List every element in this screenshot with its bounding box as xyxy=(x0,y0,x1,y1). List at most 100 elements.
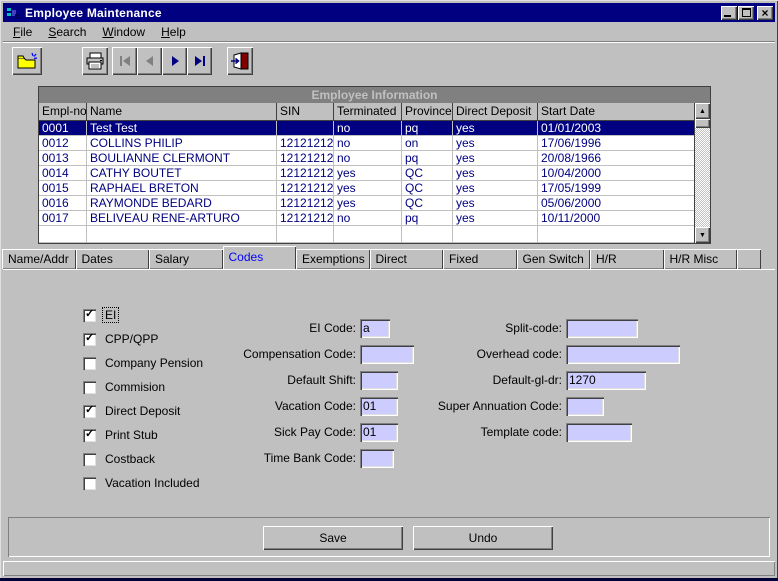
table-cell: BELIVEAU RENE-ARTURO xyxy=(87,211,277,226)
tab-fixed[interactable]: Fixed xyxy=(443,249,517,269)
table-cell: CATHY BOUTET xyxy=(87,166,277,181)
table-cell: 20/08/1966 xyxy=(538,151,694,166)
close-button[interactable]: × xyxy=(757,6,773,20)
field-label: Sick Pay Code: xyxy=(150,425,360,439)
save-button[interactable]: Save xyxy=(263,526,403,550)
scroll-up-button[interactable]: ▲ xyxy=(695,103,710,119)
checkbox-print-stub[interactable]: ✓ xyxy=(83,429,96,442)
table-cell-empty xyxy=(538,226,694,243)
table-row[interactable]: 0014CATHY BOUTET12121212yesQCyes10/04/20… xyxy=(39,166,694,181)
menu-item-file[interactable]: File xyxy=(5,23,40,41)
column-header-direct-deposit: Direct Deposit xyxy=(453,103,538,120)
exit-button[interactable] xyxy=(227,47,253,75)
field-super-annuation-code[interactable] xyxy=(568,399,602,412)
table-cell: QC xyxy=(402,196,453,211)
table-cell: 12121212 xyxy=(277,166,334,181)
column-header-terminated: Terminated xyxy=(334,103,402,120)
tab-h-r[interactable]: H/R xyxy=(590,249,664,269)
table-cell: 10/11/2000 xyxy=(538,211,694,226)
checkbox-commision[interactable] xyxy=(83,381,96,394)
field-time-bank-code[interactable] xyxy=(362,451,392,464)
field-box xyxy=(566,423,632,442)
table-row[interactable]: 0015RAPHAEL BRETON12121212yesQCyes17/05/… xyxy=(39,181,694,196)
employee-table-title: Employee Information xyxy=(39,87,710,103)
menu-item-help[interactable]: Help xyxy=(153,23,194,41)
toolbar xyxy=(3,41,775,79)
tab-codes[interactable]: Codes xyxy=(223,246,297,269)
table-cell-empty xyxy=(277,226,334,243)
checkbox-row-vacation-included: Vacation Included xyxy=(83,471,205,495)
column-header-sin: SIN xyxy=(277,103,334,120)
table-cell: 17/05/1999 xyxy=(538,181,694,196)
checkbox-vacation-included[interactable] xyxy=(83,477,96,490)
scroll-down-button[interactable]: ▼ xyxy=(695,227,710,243)
column-header-start-date: Start Date xyxy=(538,103,694,120)
field-default-gl-dr[interactable] xyxy=(568,373,644,386)
table-cell: BOULIANNE CLERMONT xyxy=(87,151,277,166)
field-row-split-code: Split-code: xyxy=(356,315,680,341)
previous-record-button[interactable] xyxy=(137,47,162,75)
table-cell: COLLINS PHILIP xyxy=(87,136,277,151)
tab-name-addr[interactable]: Name/Addr xyxy=(2,249,76,269)
table-cell: yes xyxy=(334,196,402,211)
table-row[interactable]: 0013BOULIANNE CLERMONT12121212nopqyes20/… xyxy=(39,151,694,166)
scroll-thumb[interactable] xyxy=(695,119,710,128)
print-button[interactable] xyxy=(82,47,108,75)
table-cell: 12121212 xyxy=(277,151,334,166)
table-cell: yes xyxy=(453,136,538,151)
table-row[interactable]: 0012COLLINS PHILIP12121212noonyes17/06/1… xyxy=(39,136,694,151)
checkbox-costback[interactable] xyxy=(83,453,96,466)
table-row[interactable]: 0017BELIVEAU RENE-ARTURO12121212nopqyes1… xyxy=(39,211,694,226)
maximize-icon xyxy=(742,8,751,17)
checkbox-label: Vacation Included xyxy=(103,476,202,490)
checkmark-icon: ✓ xyxy=(85,403,94,416)
tab-gen-switch[interactable]: Gen Switch xyxy=(517,249,591,269)
checkbox-company-pension[interactable] xyxy=(83,357,96,370)
menu-item-window[interactable]: Window xyxy=(94,23,153,41)
table-cell: no xyxy=(334,136,402,151)
status-bar xyxy=(3,561,775,576)
maximize-button[interactable] xyxy=(738,6,754,20)
tab-salary[interactable]: Salary xyxy=(149,249,223,269)
table-cell: yes xyxy=(453,211,538,226)
table-cell: RAYMONDE BEDARD xyxy=(87,196,277,211)
tab-dates[interactable]: Dates xyxy=(76,249,150,269)
table-cell: Test Test xyxy=(87,121,277,136)
field-overhead-code[interactable] xyxy=(568,347,678,360)
checkbox-cpp-qpp[interactable]: ✓ xyxy=(83,333,96,346)
field-template-code[interactable] xyxy=(568,425,630,438)
table-row[interactable]: 0016RAYMONDE BEDARD12121212yesQCyes05/06… xyxy=(39,196,694,211)
column-header-province: Province xyxy=(402,103,453,120)
table-cell: 0001 xyxy=(39,121,87,136)
employee-grid-columns: Empl-noNameSINTerminatedProvinceDirect D… xyxy=(39,103,694,243)
new-record-button[interactable] xyxy=(12,47,42,75)
tab-h-r-misc[interactable]: H/R Misc xyxy=(664,249,738,269)
table-cell: 12121212 xyxy=(277,136,334,151)
window-title: Employee Maintenance xyxy=(25,6,162,20)
table-cell: 10/04/2000 xyxy=(538,166,694,181)
table-cell-empty xyxy=(453,226,538,243)
field-box xyxy=(566,397,604,416)
field-box xyxy=(566,371,646,390)
menu-item-search[interactable]: Search xyxy=(40,23,94,41)
first-record-button[interactable] xyxy=(112,47,137,75)
checkbox-label: Costback xyxy=(103,452,157,466)
checkbox-ei[interactable]: ✓ xyxy=(83,309,96,322)
right-fields-column: Split-code:Overhead code:Default-gl-dr:S… xyxy=(356,315,680,445)
scroll-track[interactable] xyxy=(695,128,710,227)
tab-exemptions[interactable]: Exemptions xyxy=(296,249,370,269)
checkbox-direct-deposit[interactable]: ✓ xyxy=(83,405,96,418)
minimize-button[interactable] xyxy=(721,6,737,20)
table-cell: RAPHAEL BRETON xyxy=(87,181,277,196)
tab-direct[interactable]: Direct xyxy=(370,249,444,269)
column-header-empl-no: Empl-no xyxy=(39,103,87,120)
last-record-button[interactable] xyxy=(187,47,212,75)
undo-button[interactable]: Undo xyxy=(413,526,553,550)
table-cell: no xyxy=(334,211,402,226)
field-row-template-code: Template code: xyxy=(356,419,680,445)
table-cell: 0014 xyxy=(39,166,87,181)
field-split-code[interactable] xyxy=(568,321,636,334)
table-cell-empty xyxy=(39,226,87,243)
table-row[interactable]: 0001Test Testnopqyes01/01/2003 xyxy=(39,121,694,136)
next-record-button[interactable] xyxy=(162,47,187,75)
